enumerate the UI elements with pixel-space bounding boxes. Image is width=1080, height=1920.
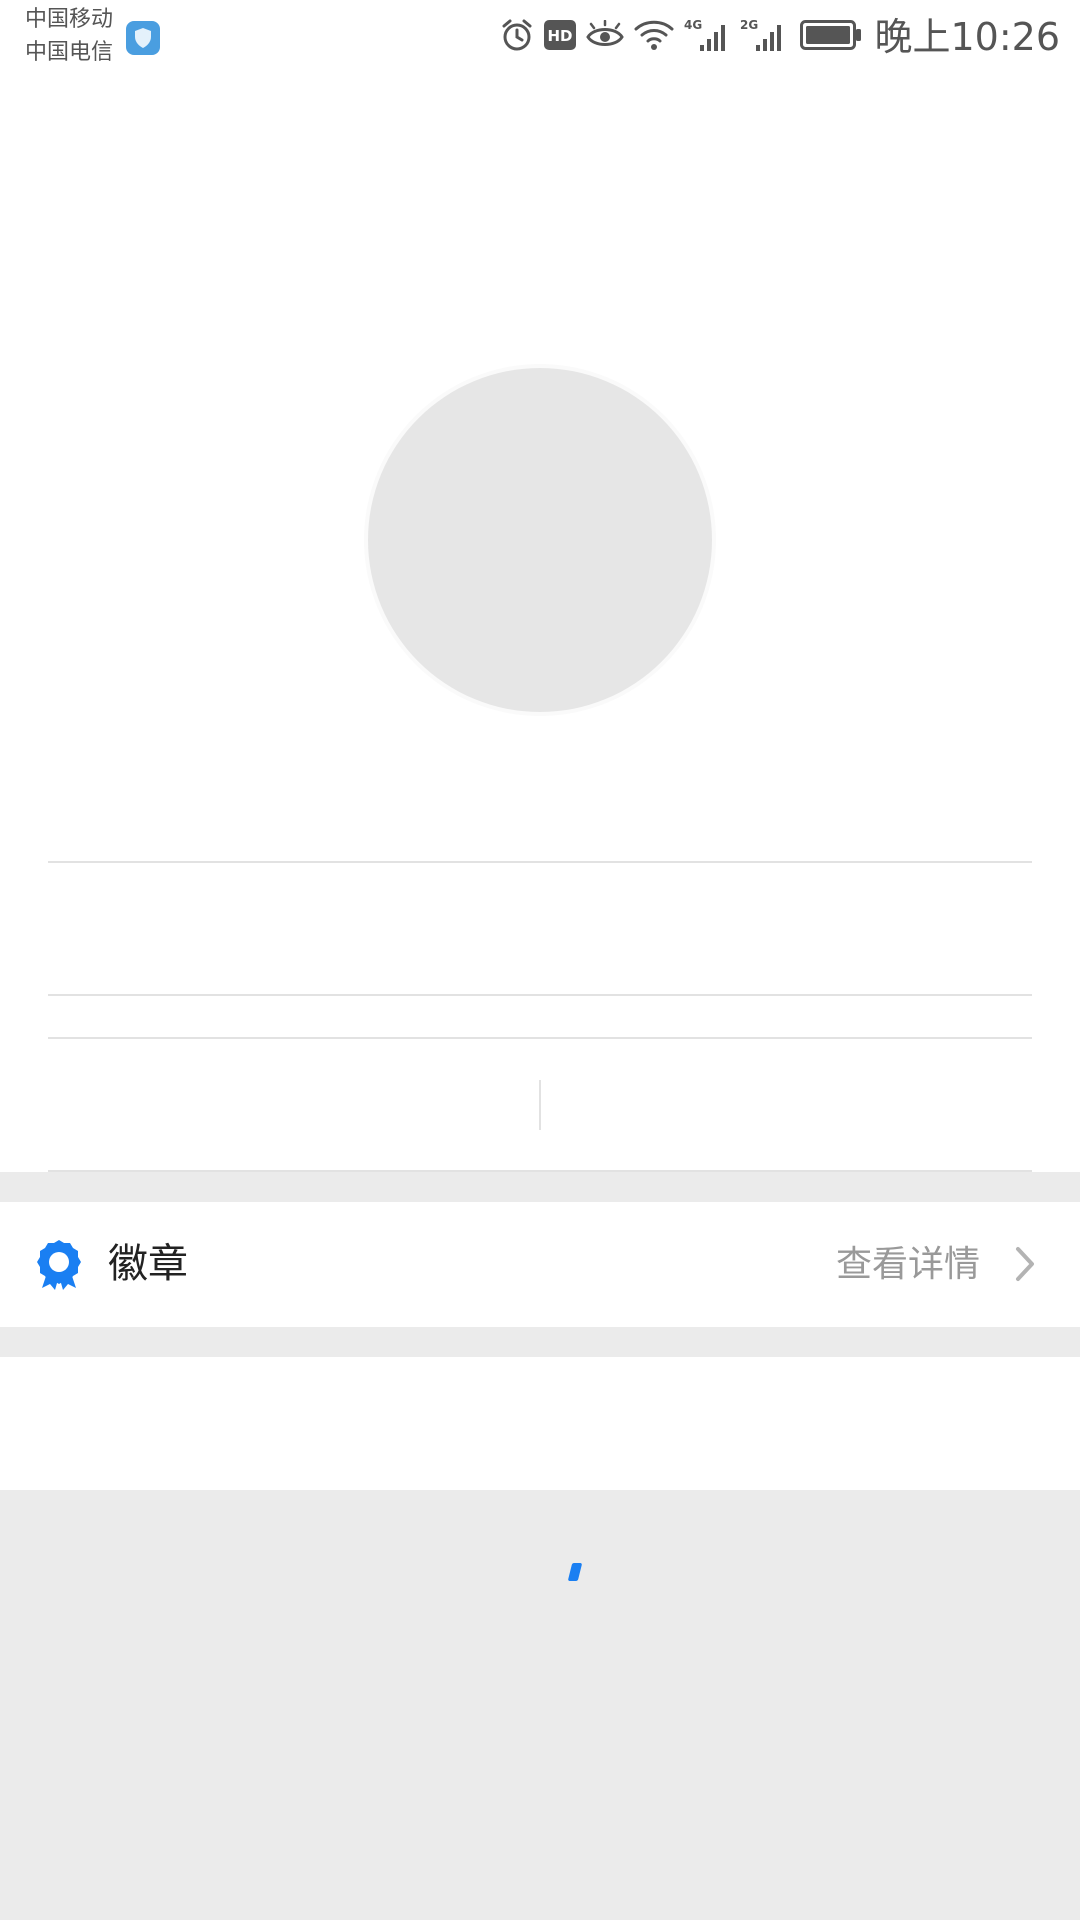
svg-text:4G: 4G <box>684 18 702 32</box>
eye-icon <box>586 19 625 54</box>
stats-divider <box>539 1080 541 1130</box>
divider <box>48 861 1032 863</box>
security-shield-icon <box>126 21 160 55</box>
carrier-label-secondary: 中国电信 <box>25 40 114 65</box>
divider <box>48 1037 1032 1039</box>
hd-icon: HD <box>544 20 577 54</box>
badge-ribbon-icon <box>36 1240 82 1294</box>
chevron-right-icon <box>1014 1246 1036 1286</box>
loading-area <box>0 1490 1080 1920</box>
section-gap <box>0 1327 1080 1357</box>
empty-section <box>0 1357 1080 1490</box>
svg-text:HD: HD <box>548 27 573 45</box>
status-clock: 晚上10:26 <box>874 15 1060 59</box>
divider <box>48 994 1032 996</box>
status-bar: 中国移动 中国电信 HD 4G 2G 晚上10:26 <box>0 0 1080 76</box>
badge-label: 徽章 <box>108 1241 188 1287</box>
battery-icon <box>800 20 862 54</box>
alarm-icon <box>500 18 534 56</box>
wifi-icon <box>634 19 674 55</box>
carrier-label-primary: 中国移动 <box>25 7 114 32</box>
status-icons: HD 4G 2G 晚上10:26 <box>490 14 1060 60</box>
view-details-link[interactable]: 查看详情 <box>836 1240 980 1290</box>
avatar[interactable] <box>368 368 712 712</box>
signal-2g-icon: 2G <box>740 17 786 57</box>
badge-row[interactable]: 徽章 查看详情 <box>0 1202 1080 1327</box>
svg-text:2G: 2G <box>740 18 758 32</box>
signal-4g-icon: 4G <box>684 17 730 57</box>
section-gap <box>0 1172 1080 1202</box>
profile-page: 中国移动 中国电信 HD 4G 2G 晚上10:26 徽章 查看详情 <box>0 0 1080 1920</box>
